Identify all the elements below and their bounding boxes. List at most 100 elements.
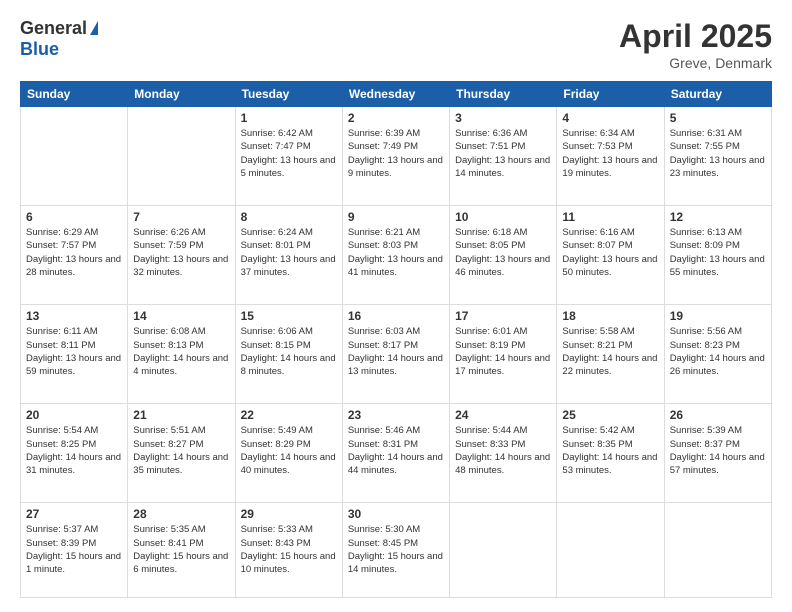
calendar-cell: 19 Sunrise: 5:56 AM Sunset: 8:23 PM Dayli…	[664, 305, 771, 404]
page: General Blue April 2025 Greve, Denmark S…	[0, 0, 792, 612]
logo-blue-text: Blue	[20, 39, 59, 60]
calendar-cell	[557, 503, 664, 598]
calendar-cell: 23 Sunrise: 5:46 AM Sunset: 8:31 PM Dayli…	[342, 404, 449, 503]
cell-text: Sunrise: 5:30 AM Sunset: 8:45 PM Dayligh…	[348, 523, 444, 576]
calendar-cell: 17 Sunrise: 6:01 AM Sunset: 8:19 PM Dayli…	[450, 305, 557, 404]
calendar-cell	[664, 503, 771, 598]
header: General Blue April 2025 Greve, Denmark	[20, 18, 772, 71]
calendar-cell: 7 Sunrise: 6:26 AM Sunset: 7:59 PM Daylig…	[128, 206, 235, 305]
day-number: 27	[26, 507, 122, 521]
day-number: 14	[133, 309, 229, 323]
cell-text: Sunrise: 5:37 AM Sunset: 8:39 PM Dayligh…	[26, 523, 122, 576]
calendar-cell: 24Sunrise: 5:44 AM Sunset: 8:33 PM Dayli…	[450, 404, 557, 503]
cell-text: Sunrise: 6:16 AM Sunset: 8:07 PM Dayligh…	[562, 226, 658, 279]
cell-text: Sunrise: 6:39 AM Sunset: 7:49 PM Dayligh…	[348, 127, 444, 180]
calendar-cell	[21, 107, 128, 206]
cell-text: Sunrise: 6:08 AM Sunset: 8:13 PM Dayligh…	[133, 325, 229, 378]
calendar-cell: 21 Sunrise: 5:51 AM Sunset: 8:27 PM Dayli…	[128, 404, 235, 503]
calendar-cell: 18Sunrise: 5:58 AM Sunset: 8:21 PM Dayli…	[557, 305, 664, 404]
calendar-cell	[450, 503, 557, 598]
calendar-cell: 28 Sunrise: 5:35 AM Sunset: 8:41 PM Dayli…	[128, 503, 235, 598]
calendar-week-row: 13 Sunrise: 6:11 AM Sunset: 8:11 PM Dayli…	[21, 305, 772, 404]
day-number: 16	[348, 309, 444, 323]
logo-general-text: General	[20, 18, 87, 39]
cell-text: Sunrise: 5:49 AM Sunset: 8:29 PM Dayligh…	[241, 424, 337, 477]
cell-text: Sunrise: 6:29 AM Sunset: 7:57 PM Dayligh…	[26, 226, 122, 279]
cell-text: Sunrise: 6:36 AM Sunset: 7:51 PM Dayligh…	[455, 127, 551, 180]
day-number: 22	[241, 408, 337, 422]
calendar-body: 1Sunrise: 6:42 AM Sunset: 7:47 PM Daylig…	[21, 107, 772, 598]
day-number: 29	[241, 507, 337, 521]
cell-text: Sunrise: 5:39 AM Sunset: 8:37 PM Dayligh…	[670, 424, 766, 477]
calendar-cell: 20 Sunrise: 5:54 AM Sunset: 8:25 PM Dayli…	[21, 404, 128, 503]
day-number: 3	[455, 111, 551, 125]
day-number: 8	[241, 210, 337, 224]
cell-text: Sunrise: 6:11 AM Sunset: 8:11 PM Dayligh…	[26, 325, 122, 378]
cell-text: Sunrise: 6:34 AM Sunset: 7:53 PM Dayligh…	[562, 127, 658, 180]
day-number: 1	[241, 111, 337, 125]
calendar-week-row: 1Sunrise: 6:42 AM Sunset: 7:47 PM Daylig…	[21, 107, 772, 206]
day-number: 19	[670, 309, 766, 323]
calendar-cell: 25 Sunrise: 5:42 AM Sunset: 8:35 PM Dayli…	[557, 404, 664, 503]
cell-text: Sunrise: 6:26 AM Sunset: 7:59 PM Dayligh…	[133, 226, 229, 279]
cell-text: Sunrise: 5:56 AM Sunset: 8:23 PM Dayligh…	[670, 325, 766, 378]
day-number: 21	[133, 408, 229, 422]
calendar-week-row: 20 Sunrise: 5:54 AM Sunset: 8:25 PM Dayli…	[21, 404, 772, 503]
calendar-cell: 10 Sunrise: 6:18 AM Sunset: 8:05 PM Dayli…	[450, 206, 557, 305]
day-number: 10	[455, 210, 551, 224]
logo-triangle-icon	[90, 21, 98, 35]
calendar-cell	[128, 107, 235, 206]
title-section: April 2025 Greve, Denmark	[619, 18, 772, 71]
day-number: 23	[348, 408, 444, 422]
day-number: 4	[562, 111, 658, 125]
day-number: 17	[455, 309, 551, 323]
weekday-header-cell: Friday	[557, 82, 664, 107]
calendar-cell: 8Sunrise: 6:24 AM Sunset: 8:01 PM Daylig…	[235, 206, 342, 305]
calendar-cell: 12Sunrise: 6:13 AM Sunset: 8:09 PM Dayli…	[664, 206, 771, 305]
month-title: April 2025	[619, 18, 772, 55]
calendar-week-row: 6 Sunrise: 6:29 AM Sunset: 7:57 PM Daylig…	[21, 206, 772, 305]
cell-text: Sunrise: 6:31 AM Sunset: 7:55 PM Dayligh…	[670, 127, 766, 180]
cell-text: Sunrise: 6:06 AM Sunset: 8:15 PM Dayligh…	[241, 325, 337, 378]
day-number: 25	[562, 408, 658, 422]
calendar-cell: 22 Sunrise: 5:49 AM Sunset: 8:29 PM Dayli…	[235, 404, 342, 503]
day-number: 9	[348, 210, 444, 224]
calendar-cell: 30Sunrise: 5:30 AM Sunset: 8:45 PM Dayli…	[342, 503, 449, 598]
day-number: 20	[26, 408, 122, 422]
cell-text: Sunrise: 5:51 AM Sunset: 8:27 PM Dayligh…	[133, 424, 229, 477]
cell-text: Sunrise: 6:21 AM Sunset: 8:03 PM Dayligh…	[348, 226, 444, 279]
calendar-cell: 9 Sunrise: 6:21 AM Sunset: 8:03 PM Daylig…	[342, 206, 449, 305]
day-number: 26	[670, 408, 766, 422]
calendar-cell: 3 Sunrise: 6:36 AM Sunset: 7:51 PM Daylig…	[450, 107, 557, 206]
location: Greve, Denmark	[619, 55, 772, 71]
day-number: 5	[670, 111, 766, 125]
cell-text: Sunrise: 5:33 AM Sunset: 8:43 PM Dayligh…	[241, 523, 337, 576]
calendar-cell: 26 Sunrise: 5:39 AM Sunset: 8:37 PM Dayli…	[664, 404, 771, 503]
cell-text: Sunrise: 5:42 AM Sunset: 8:35 PM Dayligh…	[562, 424, 658, 477]
calendar-cell: 11 Sunrise: 6:16 AM Sunset: 8:07 PM Dayli…	[557, 206, 664, 305]
cell-text: Sunrise: 5:44 AM Sunset: 8:33 PM Dayligh…	[455, 424, 551, 477]
calendar-cell: 16Sunrise: 6:03 AM Sunset: 8:17 PM Dayli…	[342, 305, 449, 404]
calendar-cell: 6 Sunrise: 6:29 AM Sunset: 7:57 PM Daylig…	[21, 206, 128, 305]
cell-text: Sunrise: 5:46 AM Sunset: 8:31 PM Dayligh…	[348, 424, 444, 477]
day-number: 28	[133, 507, 229, 521]
calendar-cell: 14 Sunrise: 6:08 AM Sunset: 8:13 PM Dayli…	[128, 305, 235, 404]
cell-text: Sunrise: 5:54 AM Sunset: 8:25 PM Dayligh…	[26, 424, 122, 477]
calendar-cell: 27 Sunrise: 5:37 AM Sunset: 8:39 PM Dayli…	[21, 503, 128, 598]
day-number: 13	[26, 309, 122, 323]
cell-text: Sunrise: 6:18 AM Sunset: 8:05 PM Dayligh…	[455, 226, 551, 279]
calendar-week-row: 27 Sunrise: 5:37 AM Sunset: 8:39 PM Dayli…	[21, 503, 772, 598]
logo: General Blue	[20, 18, 98, 60]
day-number: 11	[562, 210, 658, 224]
cell-text: Sunrise: 5:35 AM Sunset: 8:41 PM Dayligh…	[133, 523, 229, 576]
weekday-header-cell: Saturday	[664, 82, 771, 107]
weekday-header-cell: Tuesday	[235, 82, 342, 107]
day-number: 6	[26, 210, 122, 224]
cell-text: Sunrise: 6:13 AM Sunset: 8:09 PM Dayligh…	[670, 226, 766, 279]
calendar-cell: 15Sunrise: 6:06 AM Sunset: 8:15 PM Dayli…	[235, 305, 342, 404]
cell-text: Sunrise: 5:58 AM Sunset: 8:21 PM Dayligh…	[562, 325, 658, 378]
weekday-header-cell: Wednesday	[342, 82, 449, 107]
calendar-table: SundayMondayTuesdayWednesdayThursdayFrid…	[20, 81, 772, 598]
day-number: 7	[133, 210, 229, 224]
cell-text: Sunrise: 6:01 AM Sunset: 8:19 PM Dayligh…	[455, 325, 551, 378]
